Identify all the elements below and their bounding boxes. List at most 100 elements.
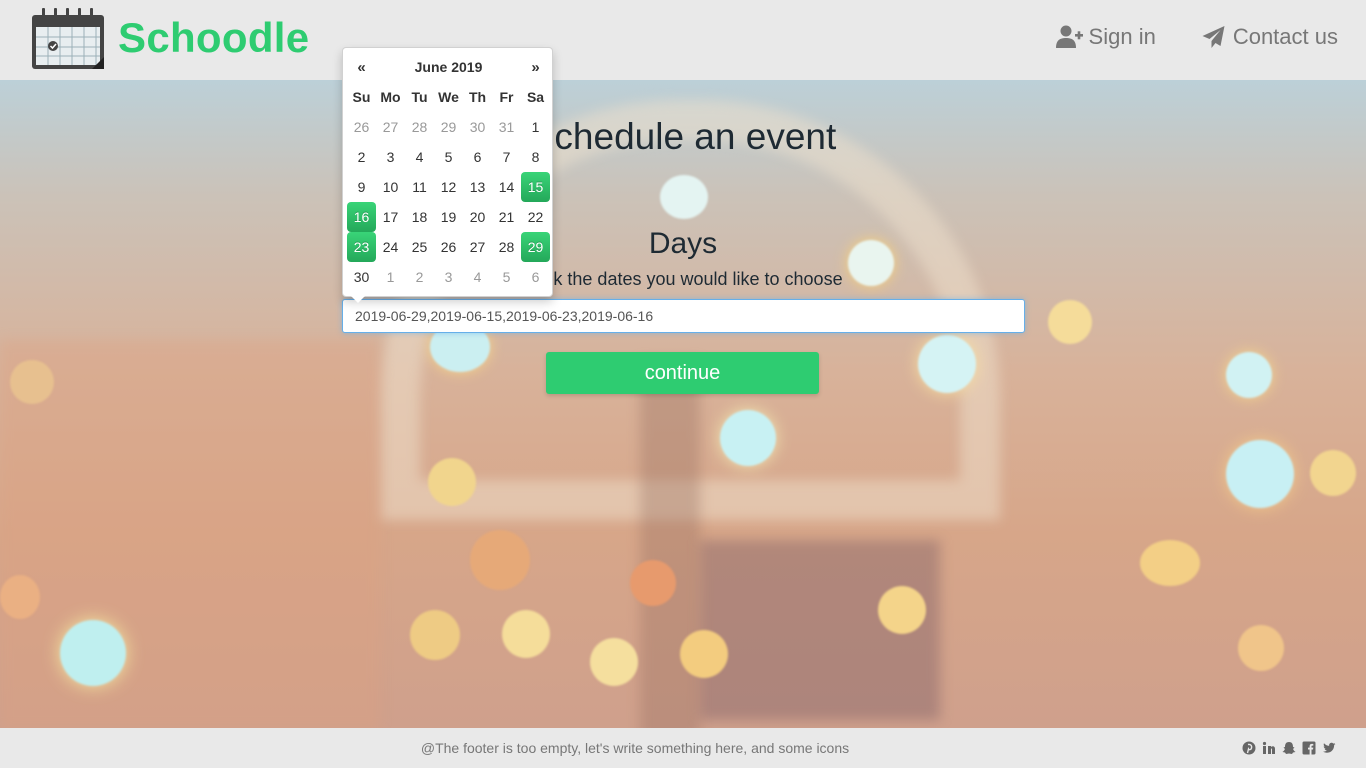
datepicker-day[interactable]: 1: [521, 112, 550, 142]
bokeh-light: [428, 458, 476, 506]
datepicker-day[interactable]: 26: [434, 232, 463, 262]
datepicker-day[interactable]: 20: [463, 202, 492, 232]
bokeh-light: [1310, 450, 1356, 496]
datepicker-day[interactable]: 28: [405, 112, 434, 142]
datepicker-day[interactable]: 29: [434, 112, 463, 142]
datepicker-day[interactable]: 1: [376, 262, 405, 292]
bokeh-light: [1226, 440, 1294, 508]
bokeh-light: [10, 360, 54, 404]
bokeh-light: [60, 620, 126, 686]
continue-button[interactable]: continue: [546, 352, 819, 394]
datepicker-day[interactable]: 31: [492, 112, 521, 142]
bokeh-light: [878, 586, 926, 634]
bokeh-light: [590, 638, 638, 686]
datepicker-week-row: 2345678: [347, 142, 550, 172]
dates-input[interactable]: [342, 299, 1025, 333]
datepicker-day[interactable]: 14: [492, 172, 521, 202]
bokeh-light: [410, 610, 460, 660]
linkedin-icon[interactable]: [1262, 741, 1276, 755]
user-plus-icon: [1055, 25, 1083, 48]
datepicker-day[interactable]: 2: [347, 142, 376, 172]
bokeh-light: [470, 530, 530, 590]
datepicker-day[interactable]: 27: [376, 112, 405, 142]
days-hint: Click the dates you would like to choose: [523, 269, 843, 289]
datepicker-month-title[interactable]: June 2019: [376, 52, 521, 82]
bokeh-light: [1226, 352, 1272, 398]
datepicker-day[interactable]: 5: [492, 262, 521, 292]
datepicker-day-selected[interactable]: 29: [521, 232, 550, 262]
datepicker-day[interactable]: 3: [376, 142, 405, 172]
weekday-label: Su: [352, 89, 371, 105]
datepicker-week-row: 23 24 25 26 27 28 29: [347, 232, 550, 262]
datepicker-day[interactable]: 17: [376, 202, 405, 232]
brand-name[interactable]: Schoodle: [118, 14, 309, 62]
footer-text: @The footer is too empty, let's write so…: [420, 740, 850, 756]
datepicker-weekdays: Su Mo Tu We Th Fr Sa: [347, 82, 550, 112]
datepicker-day[interactable]: 11: [405, 172, 434, 202]
bokeh-light: [1140, 540, 1200, 586]
weekday-label: Fr: [499, 89, 514, 105]
datepicker-day[interactable]: 6: [463, 142, 492, 172]
datepicker-week-row: 16 17 18 19 20 21 22: [347, 202, 550, 232]
bokeh-light: [630, 560, 676, 606]
sign-in-link[interactable]: Sign in: [1055, 24, 1156, 50]
page-title: Schedule an event: [529, 116, 837, 157]
datepicker-day[interactable]: 4: [463, 262, 492, 292]
datepicker-day[interactable]: 26: [347, 112, 376, 142]
datepicker-day[interactable]: 10: [376, 172, 405, 202]
bokeh-light: [502, 610, 550, 658]
datepicker-day[interactable]: 21: [492, 202, 521, 232]
datepicker-day[interactable]: 12: [434, 172, 463, 202]
datepicker-day[interactable]: 27: [463, 232, 492, 262]
hero-section: Schedule an event Days Click the dates y…: [0, 80, 1366, 728]
datepicker-day-selected[interactable]: 15: [521, 172, 550, 202]
facebook-icon[interactable]: [1302, 741, 1316, 755]
datepicker-day[interactable]: 13: [463, 172, 492, 202]
datepicker-day[interactable]: 25: [405, 232, 434, 262]
datepicker-day[interactable]: 5: [434, 142, 463, 172]
datepicker-days: 26 27 28 29 30 31 1 2 3 4 5 6 7 8 9 10 11 12 13 14 15 16 17 18 1…: [347, 112, 550, 292]
footer: @The footer is too empty, let's write so…: [0, 728, 1366, 768]
top-nav: Sign in Contact us: [1055, 24, 1338, 50]
datepicker-week-row: 30 1 2 3 4 5 6: [347, 262, 550, 292]
datepicker-day[interactable]: 30: [347, 262, 376, 292]
weekday-label: Tu: [411, 89, 428, 105]
datepicker-day[interactable]: 7: [492, 142, 521, 172]
datepicker-day[interactable]: 4: [405, 142, 434, 172]
logo[interactable]: [30, 8, 106, 72]
datepicker-day[interactable]: 28: [492, 232, 521, 262]
datepicker-day[interactable]: 24: [376, 232, 405, 262]
background-wall: [0, 340, 380, 728]
snapchat-icon[interactable]: [1282, 741, 1296, 755]
datepicker-day[interactable]: 18: [405, 202, 434, 232]
contact-us-label: Contact us: [1232, 24, 1338, 49]
bokeh-light: [1238, 625, 1284, 671]
datepicker-week-row: 9 10 11 12 13 14 15: [347, 172, 550, 202]
weekday-label: Th: [468, 89, 487, 105]
bokeh-light: [660, 175, 708, 219]
datepicker-day[interactable]: 30: [463, 112, 492, 142]
datepicker-prev-button[interactable]: «: [347, 52, 376, 82]
paper-plane-icon: [1202, 26, 1225, 48]
datepicker-day-selected[interactable]: 16: [347, 202, 376, 232]
twitter-icon[interactable]: [1322, 741, 1336, 755]
top-header: Schoodle Sign in Contact us: [0, 0, 1366, 80]
datepicker-next-button[interactable]: »: [521, 52, 550, 82]
social-icons: [1242, 741, 1336, 755]
weekday-label: Sa: [526, 89, 545, 105]
bokeh-light: [918, 335, 976, 393]
datepicker-day-selected[interactable]: 23: [347, 232, 376, 262]
datepicker-day[interactable]: 19: [434, 202, 463, 232]
bokeh-light: [680, 630, 728, 678]
pinterest-icon[interactable]: [1242, 741, 1256, 755]
datepicker-day[interactable]: 9: [347, 172, 376, 202]
datepicker-day[interactable]: 8: [521, 142, 550, 172]
datepicker-day[interactable]: 22: [521, 202, 550, 232]
weekday-label: Mo: [380, 89, 401, 105]
bokeh-light: [1048, 300, 1092, 344]
weekday-label: We: [438, 89, 459, 105]
contact-us-link[interactable]: Contact us: [1200, 24, 1338, 50]
datepicker-day[interactable]: 2: [405, 262, 434, 292]
datepicker-day[interactable]: 6: [521, 262, 550, 292]
datepicker-day[interactable]: 3: [434, 262, 463, 292]
